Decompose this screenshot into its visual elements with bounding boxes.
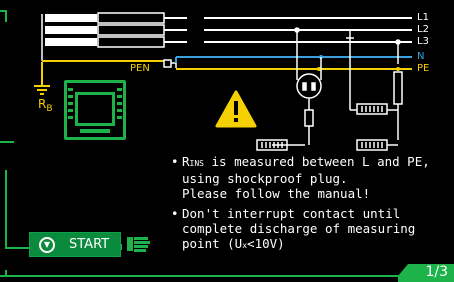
instr-2-line-3-b: <10V) [247,236,285,251]
instr-1-line-1-rest: is measured between L and PE, [203,154,430,169]
pe-line [176,67,412,71]
instr-2-line-3: point (Ux<10V) [182,236,415,253]
instr-1-line-3: Please follow the manual! [182,186,371,201]
instr-2-line-2: complete discharge of measuring [182,221,416,236]
instr-2-line-3-a: point (U [182,236,243,251]
bullet-1: • [171,154,179,169]
rb-sub: B [46,104,53,114]
phase-lines-right [204,17,412,43]
instructions-2: • Don't interrupt contact until complete… [171,206,416,253]
instructions-1: • RINS is measured between L and PE, usi… [171,154,430,201]
rins-sub: INS [189,159,204,168]
warning-icon [215,90,257,128]
label-l3: L3 [417,36,429,47]
fuses [97,12,165,48]
n-line [175,55,412,63]
hand-pointer-icon [127,237,150,252]
instr-1-line-2: using shockproof plug. [182,171,348,186]
probe-right [346,30,403,151]
screen: L1 L2 L3 N PE PEN RB • RINS is measured … [0,0,454,282]
phase-lines-left [164,17,187,43]
label-l1: L1 [417,12,429,23]
label-pe: PE [417,63,430,74]
rins-main: R [182,154,190,169]
label-rb: RB [38,98,53,114]
instr-2-line-1: Don't interrupt contact until [182,206,401,221]
start-button[interactable]: ▼ START [29,232,121,257]
start-label: START [69,237,110,252]
instrument-device-icon [64,80,126,140]
label-n: N [417,51,425,62]
bullet-2: • [171,206,179,221]
bottom-bar [6,264,454,282]
phase-bars [45,14,97,46]
instr-1-line-1: RINS is measured between L and PE, [182,154,430,171]
page-indicator: 1/3 [425,264,448,280]
label-l2: L2 [417,24,429,35]
chevron-down-circle-icon: ▼ [39,236,55,253]
label-pen: PEN [130,63,150,74]
socket-circuit [272,27,322,146]
